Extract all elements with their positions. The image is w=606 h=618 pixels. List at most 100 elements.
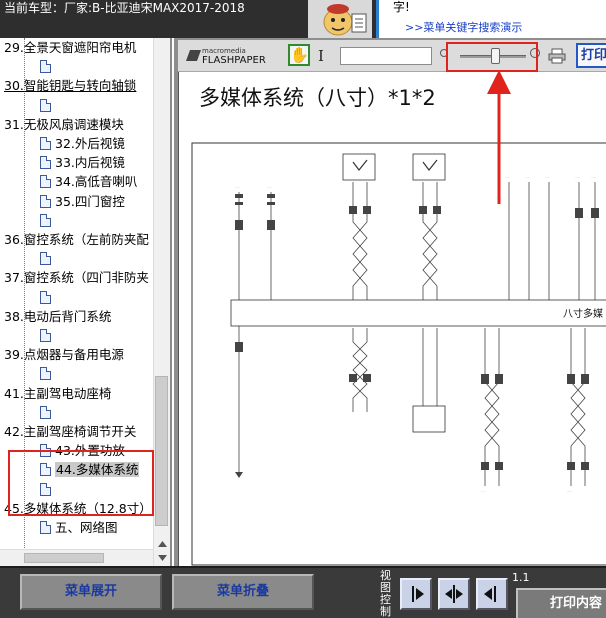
tree-item[interactable]: 29.全景天窗遮阳帘电机 <box>4 38 136 57</box>
tree-item[interactable]: 42.主副驾座椅调节开关 <box>4 422 136 441</box>
page-number-field[interactable] <box>340 47 432 65</box>
bottom-bar: 菜单展开 菜单折叠 视图控制 1.1 打印内容 <box>0 566 606 618</box>
view-control-label: 视图控制 <box>380 569 391 618</box>
tree-item-label: 39.点烟器与备用电源 <box>4 347 124 363</box>
tree-item-label: 43.外置功放 <box>55 443 125 459</box>
document-icon <box>40 463 51 477</box>
svg-text:·····: ····· <box>525 175 530 179</box>
tree-item[interactable]: 五、网络图 <box>40 518 118 537</box>
tree-item-label: 42.主副驾座椅调节开关 <box>4 424 137 439</box>
document-icon <box>40 290 51 304</box>
tree-item[interactable]: 32.外后视镜 <box>40 134 125 153</box>
tree-item[interactable]: 43.外置功放 <box>40 441 125 460</box>
document-icon <box>40 98 51 112</box>
tree-item[interactable]: 45.多媒体系统（12.8寸） <box>4 499 152 518</box>
split-arrows-icon <box>445 585 463 603</box>
tree-item[interactable]: 39.点烟器与备用电源 <box>4 345 124 364</box>
print-button[interactable]: 打印 <box>576 43 606 68</box>
svg-text:·····: ····· <box>591 175 596 179</box>
tree-item-label: 35.四门窗控 <box>55 193 125 209</box>
tree-item[interactable] <box>40 326 55 345</box>
multimedia-module-bar <box>230 299 606 327</box>
tree-item[interactable] <box>40 211 55 230</box>
tree-item-label: 38.电动后背门系统 <box>4 308 112 324</box>
tree-item[interactable]: 35.四门窗控 <box>40 192 125 211</box>
document-icon <box>40 137 51 150</box>
tree-item-label: 29.全景天窗遮阳帘电机 <box>4 40 137 55</box>
svg-text:·····: ····· <box>567 489 572 493</box>
document-page: 多媒体系统（八寸）*1*2 八寸多媒 ····· ····· ····· ···… <box>178 72 606 566</box>
tree-item-label: 36.窗控系统（左前防夹配 <box>4 232 149 247</box>
tip-box: 字! >>菜单关键字搜索演示 <box>376 0 606 38</box>
logo-line2: FLASHPAPER <box>202 55 266 66</box>
tree-horizontal-scrollbar[interactable] <box>0 549 153 566</box>
tree-item[interactable]: 30.智能钥匙与转向轴锁 <box>4 76 136 95</box>
tree-item[interactable] <box>40 403 55 422</box>
document-title: 多媒体系统（八寸）*1*2 <box>199 86 436 110</box>
tree-item[interactable] <box>40 249 55 268</box>
tree-item[interactable] <box>40 96 55 115</box>
tree-item-label: 37.窗控系统（四门非防夹 <box>4 270 149 286</box>
mascot-image <box>308 0 372 38</box>
schematic-bottom-connectors <box>412 405 446 433</box>
tree-item-label: 41.主副驾电动座椅 <box>4 385 112 401</box>
hand-tool-icon[interactable]: ✋ <box>288 44 310 66</box>
tree-item[interactable] <box>40 57 55 76</box>
tree-item[interactable] <box>40 480 55 499</box>
tree-item[interactable]: 37.窗控系统（四门非防夹 <box>4 268 149 287</box>
tree-item[interactable]: 41.主副驾电动座椅 <box>4 384 111 403</box>
tree-item-label: 31.无极风扇调速模块 <box>4 116 124 132</box>
app-window: 当前车型：厂家:B-比亚迪宋MAX2017-2018 字! >>菜单关键字搜索演… <box>0 0 606 618</box>
document-icon <box>40 444 51 458</box>
document-icon <box>40 521 51 534</box>
view-right-button[interactable] <box>400 578 432 610</box>
svg-text:·····: ····· <box>545 175 550 179</box>
document-icon <box>40 194 51 208</box>
tree-item[interactable]: 38.电动后背门系统 <box>4 307 111 326</box>
tree-item-label: 44.多媒体系统 <box>55 462 140 478</box>
tree-item[interactable] <box>40 364 55 383</box>
menu-expand-button[interactable]: 菜单展开 <box>20 574 162 610</box>
menu-collapse-button[interactable]: 菜单折叠 <box>172 574 314 610</box>
tree-item[interactable]: 36.窗控系统（左前防夹配 <box>4 230 149 249</box>
scroll-down-icon[interactable] <box>156 552 169 564</box>
svg-text:·····: ····· <box>235 185 240 189</box>
print-content-button[interactable]: 打印内容 <box>516 588 606 618</box>
printer-icon[interactable] <box>548 48 566 64</box>
view-left-button[interactable] <box>476 578 508 610</box>
svg-text:·····: ····· <box>481 489 486 493</box>
document-icon <box>40 367 51 381</box>
scroll-up-icon[interactable] <box>156 538 169 550</box>
module-label: 八寸多媒 <box>563 307 603 320</box>
tree-item[interactable]: 33.内后视镜 <box>40 153 125 172</box>
tree-item-label: 34.高低音喇叭 <box>55 174 138 190</box>
red-arrow-icon <box>487 70 511 204</box>
keyword-search-demo-link[interactable]: >>菜单关键字搜索演示 <box>405 21 522 35</box>
zoom-slider-thumb[interactable] <box>491 48 501 64</box>
tree-vertical-scrollbar[interactable] <box>153 38 170 566</box>
document-icon <box>40 329 51 342</box>
tree-item[interactable]: 34.高低音喇叭 <box>40 172 137 191</box>
arrow-left-icon <box>484 586 496 602</box>
document-icon <box>40 482 51 496</box>
view-split-button[interactable] <box>438 578 470 610</box>
tree-item-label: 30.智能钥匙与转向轴锁 <box>4 78 137 94</box>
tree-hscroll-thumb[interactable] <box>24 553 104 563</box>
current-car-label: 当前车型：厂家:B-比亚迪宋MAX2017-2018 <box>4 1 245 15</box>
arrow-right-icon <box>412 586 424 602</box>
tree-item-label: 五、网络图 <box>55 520 118 535</box>
tree-scroll-thumb[interactable] <box>155 376 168 526</box>
document-icon <box>40 405 51 419</box>
zoom-in-icon[interactable] <box>530 48 540 58</box>
zoom-out-icon[interactable] <box>440 49 448 57</box>
document-icon <box>40 252 51 266</box>
tree-item[interactable]: 31.无极风扇调速模块 <box>4 115 124 134</box>
page-indicator: 1.1 <box>512 571 530 584</box>
flashpaper-viewer: macromedia FLASHPAPER ✋ I 打印 多媒体系统（八寸）*1… <box>174 38 606 566</box>
logo-line1: macromedia <box>202 47 246 55</box>
text-select-tool[interactable]: I <box>318 46 328 66</box>
tree-item[interactable] <box>40 288 55 307</box>
tree-item[interactable]: 44.多媒体系统 <box>40 460 140 479</box>
svg-text:·····: ····· <box>575 175 580 179</box>
wiring-schematic: 八寸多媒 ····· ····· ····· ····· ····· ·····… <box>191 142 606 566</box>
